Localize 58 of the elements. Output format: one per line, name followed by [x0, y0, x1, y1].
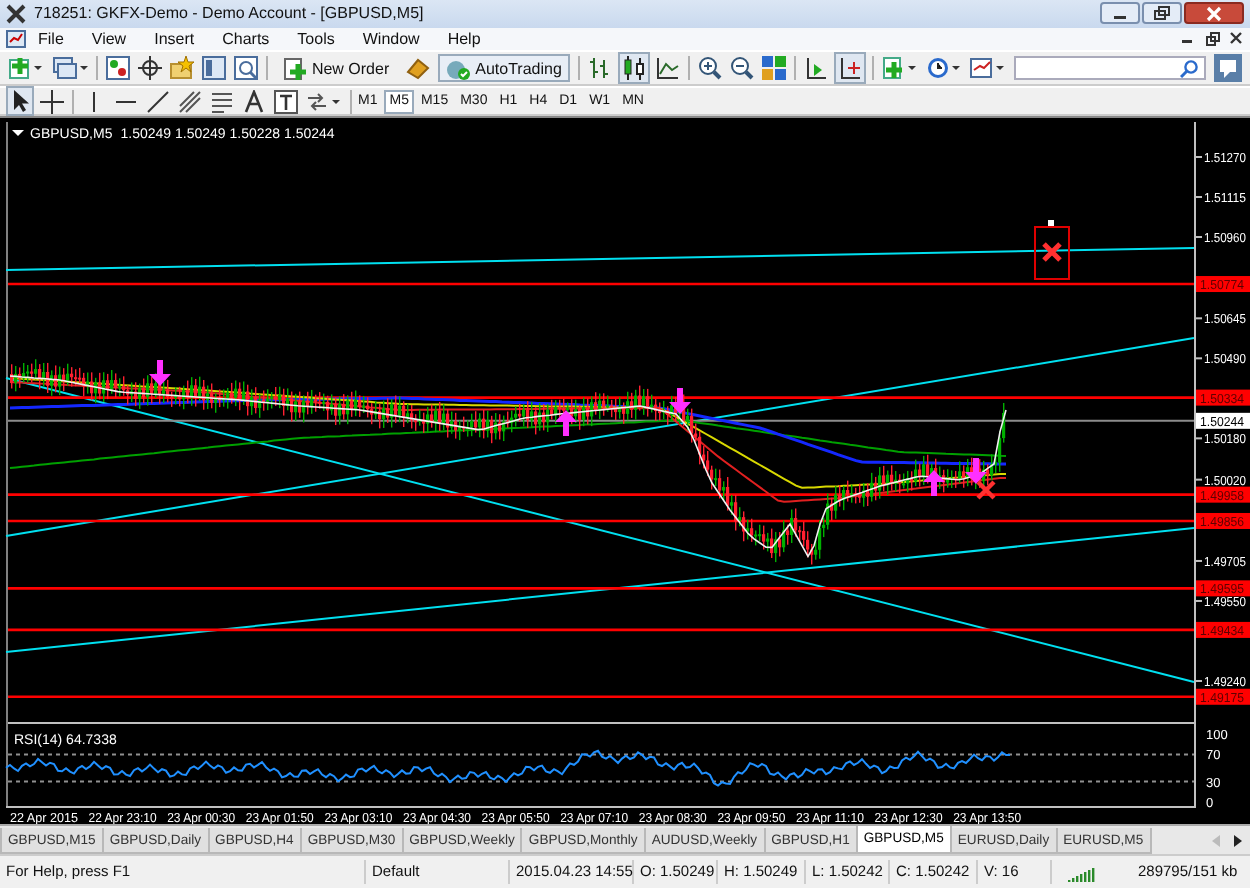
- collapse-icon[interactable]: [12, 130, 24, 137]
- signal-arrow: [149, 360, 171, 387]
- profiles-icon[interactable]: [52, 56, 88, 81]
- restore-icon: [1205, 31, 1219, 46]
- text-label-icon[interactable]: [274, 89, 298, 114]
- chart-window-icon[interactable]: [6, 29, 26, 48]
- menu-item[interactable]: Window: [350, 29, 436, 48]
- close-icon: [1206, 5, 1222, 22]
- minimize-button[interactable]: [1100, 2, 1140, 25]
- zoom-out-icon[interactable]: [729, 56, 754, 81]
- signal-arrow: [555, 410, 577, 437]
- line-chart-icon[interactable]: [655, 56, 680, 81]
- close-icon: [1230, 32, 1242, 45]
- crosshair-icon[interactable]: [137, 56, 162, 81]
- bar-chart-icon[interactable]: [587, 56, 612, 81]
- restore-icon: [1154, 6, 1170, 21]
- app-logo-icon: [6, 3, 26, 24]
- stop-marker: [1034, 220, 1070, 281]
- connection-bars-icon: [1068, 863, 1096, 882]
- channel-icon[interactable]: [178, 89, 202, 114]
- search-icon: [1180, 59, 1198, 78]
- auto-trading-button[interactable]: AutoTrading: [437, 54, 570, 83]
- restore-button[interactable]: [1142, 2, 1182, 25]
- close-button[interactable]: [1184, 2, 1244, 25]
- restore-button[interactable]: [1202, 28, 1222, 49]
- text-tool-icon[interactable]: [242, 89, 266, 114]
- menu-item[interactable]: Help: [435, 29, 497, 48]
- menu-item[interactable]: Tools: [285, 29, 351, 48]
- market-watch-icon[interactable]: [105, 56, 130, 81]
- menu-item[interactable]: View: [79, 29, 143, 48]
- scroll-right-icon[interactable]: [1232, 834, 1244, 849]
- search-field[interactable]: [1013, 56, 1206, 81]
- signal-arrow: [669, 388, 691, 415]
- signal-arrow: [923, 470, 945, 497]
- signal-arrow: [965, 458, 987, 485]
- chat-icon[interactable]: [1214, 54, 1242, 83]
- star-folder-icon[interactable]: [169, 56, 194, 81]
- menu-item[interactable]: Charts: [210, 29, 286, 48]
- window-title: 718251: GKFX-Demo - Demo Account - [GBPUSD,M5]: [34, 4, 424, 23]
- cursor-icon[interactable]: [8, 88, 32, 115]
- menu-item[interactable]: File: [26, 29, 80, 48]
- tile-windows-icon[interactable]: [761, 56, 786, 81]
- crosshair-icon[interactable]: [40, 89, 64, 114]
- close-button[interactable]: [1226, 28, 1246, 49]
- clock-icon[interactable]: [925, 56, 962, 81]
- chart-shift-icon[interactable]: [803, 56, 828, 81]
- terminal-window-icon[interactable]: [201, 56, 226, 81]
- new-order-button[interactable]: New Order: [275, 54, 398, 83]
- auto-scroll-icon[interactable]: [835, 54, 864, 83]
- arrows-icon[interactable]: [306, 89, 342, 114]
- menu-item[interactable]: Insert: [142, 29, 211, 48]
- trendline-icon[interactable]: [146, 89, 170, 114]
- order-icon: [283, 57, 306, 80]
- cross-marker: [975, 480, 997, 502]
- zoom-in-icon[interactable]: [697, 56, 722, 81]
- diamond-icon[interactable]: [405, 56, 430, 81]
- candlestick-icon[interactable]: [619, 54, 648, 83]
- templates-icon[interactable]: [969, 56, 1006, 81]
